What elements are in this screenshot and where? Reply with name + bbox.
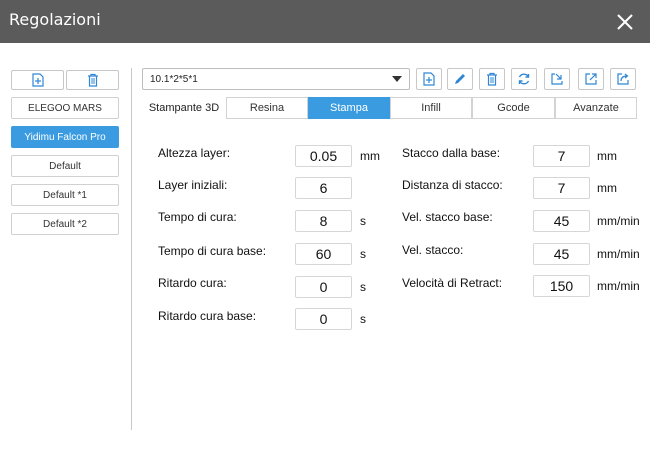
add-file-icon [31,73,44,87]
delete-button[interactable] [479,68,505,90]
vel-stacco-unit: mm/min [597,247,640,261]
ritardo-cura-field[interactable]: 0 [295,276,352,298]
setting-label-vel-stacco-base: Vel. stacco base: [402,210,493,224]
setting-label-stacco-dalla-base: Stacco dalla base: [402,146,501,160]
setting-label-distanza-di-stacco: Distanza di stacco: [402,178,503,192]
delete-trash-icon [87,73,98,87]
ritardo-cura-base-unit: s [360,312,366,326]
add-profile-button[interactable] [11,70,64,90]
new-profile-button[interactable] [416,68,442,90]
title-bar: Regolazioni [0,0,650,43]
delete-profile-button[interactable] [66,70,119,90]
ritardo-cura-unit: s [360,280,366,294]
tempo-di-cura-field[interactable]: 8 [295,210,352,232]
tab-avanzate[interactable]: Avanzate [555,97,637,119]
tab-stampa[interactable]: Stampa [308,97,390,119]
share-icon [617,73,629,85]
stacco-dalla-base-unit: mm [597,149,617,163]
tab-resina[interactable]: Resina [226,97,308,119]
setting-label-ritardo-cura: Ritardo cura: [158,276,227,290]
close-icon[interactable] [612,9,638,35]
sidebar-item-default-2[interactable]: Default *2 [11,213,119,235]
vel-stacco-base-field[interactable]: 45 [533,210,590,232]
refresh-icon [518,73,530,85]
distanza-di-stacco-unit: mm [597,181,617,195]
tempo-di-cura-base-unit: s [360,247,366,261]
altezza-layer-unit: mm [360,149,380,163]
edit-profile-button[interactable] [447,68,473,90]
tempo-di-cura-unit: s [360,214,366,228]
ritardo-cura-base-field[interactable]: 0 [295,308,352,330]
setting-label-vel-stacco: Vel. stacco: [402,243,464,257]
velocita-di-retract-field[interactable]: 150 [533,275,590,297]
sidebar-item-default[interactable]: Default [11,155,119,177]
tab-gcode[interactable]: Gcode [472,97,555,119]
add-file-icon [423,72,435,86]
chevron-down-icon [392,76,402,82]
sidebar-divider [131,68,132,430]
tab-stampante-3d[interactable]: Stampante 3D [142,97,226,119]
delete-trash-icon [487,72,497,86]
sidebar-item-elegoo-mars[interactable]: ELEGOO MARS [11,97,119,119]
setting-label-velocita-di-retract: Velocità di Retract: [402,276,503,290]
profile-select-value: 10.1*2*5*1 [150,73,198,85]
settings-window: Regolazioni ELEGOO MARS Yidimu Falcon Pr… [0,0,650,455]
setting-label-tempo-di-cura-base: Tempo di cura base: [158,244,267,258]
import-icon [551,73,563,85]
tempo-di-cura-base-field[interactable]: 60 [295,243,352,265]
vel-stacco-field[interactable]: 45 [533,243,590,265]
profile-select[interactable]: 10.1*2*5*1 [142,68,410,90]
import-button[interactable] [544,68,570,90]
share-button[interactable] [610,68,636,90]
distanza-di-stacco-field[interactable]: 7 [533,177,590,199]
velocita-di-retract-unit: mm/min [597,279,640,293]
setting-label-tempo-di-cura: Tempo di cura: [158,210,237,224]
export-icon [585,73,597,85]
edit-pencil-icon [455,74,465,84]
stacco-dalla-base-field[interactable]: 7 [533,145,590,167]
setting-label-altezza-layer: Altezza layer: [158,146,231,160]
vel-stacco-base-unit: mm/min [597,214,640,228]
sidebar-item-yidimu-falcon-pro[interactable]: Yidimu Falcon Pro [11,126,119,148]
setting-label-layer-iniziali: Layer iniziali: [158,178,228,192]
tab-infill[interactable]: Infill [390,97,472,119]
layer-iniziali-field[interactable]: 6 [295,177,352,199]
refresh-button[interactable] [511,68,537,90]
sidebar-item-default-1[interactable]: Default *1 [11,184,119,206]
export-button[interactable] [578,68,604,90]
altezza-layer-field[interactable]: 0.05 [295,145,352,167]
setting-label-ritardo-cura-base: Ritardo cura base: [158,309,257,323]
window-title: Regolazioni [9,10,101,29]
